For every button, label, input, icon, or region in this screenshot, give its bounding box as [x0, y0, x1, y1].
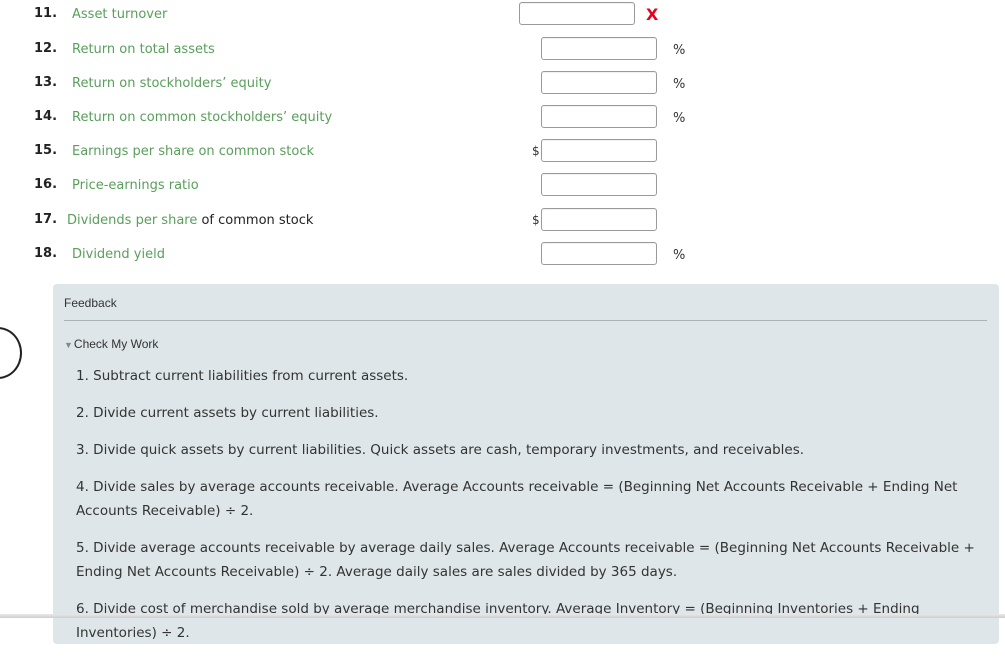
question-label[interactable]: Return on common stockholders’ equity — [72, 110, 332, 125]
feedback-divider — [64, 320, 987, 321]
question-number: 15. — [34, 143, 58, 158]
circle-annotation-icon — [0, 327, 22, 379]
question-label[interactable]: Dividend yield — [72, 247, 165, 262]
feedback-item: 2. Divide current assets by current liab… — [76, 405, 379, 421]
question-label: Dividends per share of common stock — [67, 213, 313, 228]
dollar-unit: $ — [532, 144, 540, 158]
percent-unit: % — [673, 111, 686, 126]
feedback-item: 4. Divide sales by average accounts rece… — [76, 479, 958, 519]
incorrect-x-icon: X — [646, 5, 659, 24]
question-row-14: 14. Return on common stockholders’ equit… — [0, 105, 720, 129]
window-bottom-edge — [0, 614, 1005, 618]
question-number: 16. — [34, 177, 58, 192]
check-my-work-label: Check My Work — [73, 337, 159, 351]
return-on-common-stockholders-equity-input[interactable] — [541, 105, 657, 128]
question-number: 14. — [34, 109, 58, 124]
triangle-down-icon: ▼ — [64, 340, 73, 350]
question-row-12: 12. Return on total assets % — [0, 37, 720, 61]
question-row-18: 18. Dividend yield % — [0, 242, 720, 266]
dividend-yield-input[interactable] — [541, 242, 657, 265]
question-label[interactable]: Price-earnings ratio — [72, 178, 199, 193]
asset-turnover-input[interactable] — [519, 2, 635, 25]
question-row-15: 15. Earnings per share on common stock $ — [0, 139, 720, 163]
price-earnings-ratio-input[interactable] — [541, 173, 657, 196]
feedback-panel: Feedback ▼Check My Work 1. Subtract curr… — [53, 284, 999, 644]
question-label-suffix: of common stock — [197, 213, 314, 228]
percent-unit: % — [673, 77, 686, 92]
earnings-per-share-input[interactable] — [541, 139, 657, 162]
dividends-per-share-input[interactable] — [541, 208, 657, 231]
question-label[interactable]: Asset turnover — [72, 7, 167, 22]
question-row-11: 11. Asset turnover X — [0, 2, 720, 26]
percent-unit: % — [673, 43, 686, 58]
question-number: 11. — [34, 6, 58, 21]
question-number: 12. — [34, 41, 58, 56]
return-on-total-assets-input[interactable] — [541, 37, 657, 60]
feedback-item: 5. Divide average accounts receivable by… — [76, 540, 975, 580]
return-on-stockholders-equity-input[interactable] — [541, 71, 657, 94]
question-number: 13. — [34, 75, 58, 90]
question-label[interactable]: Earnings per share on common stock — [72, 144, 314, 159]
question-number: 17. — [34, 212, 58, 227]
question-label[interactable]: Return on stockholders’ equity — [72, 76, 271, 91]
question-number: 18. — [34, 246, 58, 261]
question-row-16: 16. Price-earnings ratio — [0, 173, 720, 197]
percent-unit: % — [673, 248, 686, 263]
question-row-13: 13. Return on stockholders’ equity % — [0, 71, 720, 95]
question-label[interactable]: Return on total assets — [72, 42, 215, 57]
question-row-17: 17. Dividends per share of common stock … — [0, 208, 720, 232]
feedback-item: 6. Divide cost of merchandise sold by av… — [76, 601, 920, 641]
feedback-item: 3. Divide quick assets by current liabil… — [76, 442, 805, 458]
dollar-unit: $ — [532, 213, 540, 227]
feedback-title: Feedback — [64, 296, 117, 310]
check-my-work-toggle[interactable]: ▼Check My Work — [64, 337, 158, 351]
question-label-link[interactable]: Dividends per share — [67, 213, 197, 228]
feedback-item: 1. Subtract current liabilities from cur… — [76, 368, 409, 384]
